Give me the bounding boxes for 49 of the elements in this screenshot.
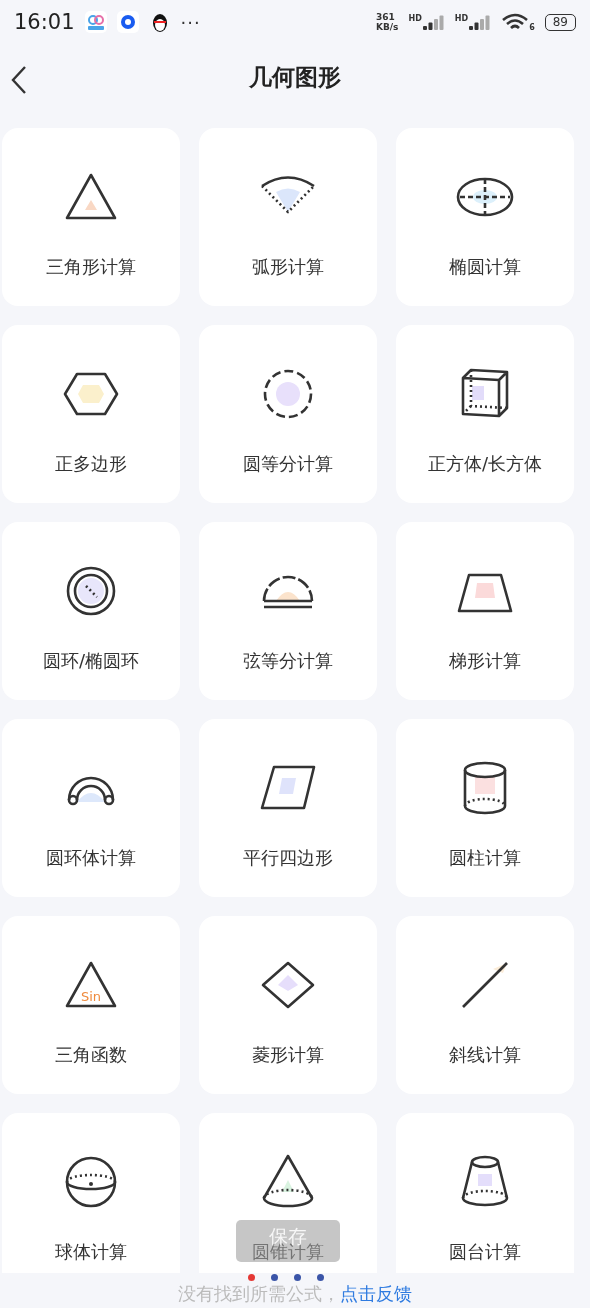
tool-label: 圆柱计算 [449,846,521,870]
sin-label: Sin [80,989,102,1004]
tool-card[interactable]: 三角形计算 [2,128,180,306]
app-notification-icon [116,11,139,33]
feedback-link[interactable]: 点击反馈 [340,1281,412,1306]
signal-icon [422,14,445,30]
network-speed: 361 KB/s [375,12,399,32]
tool-card[interactable]: 正方体/长方体 [396,325,574,503]
clock-time: 16:01 [14,10,75,34]
feedback-prompt: 没有找到所需公式， [178,1281,340,1306]
page-title: 几何图形 [249,62,341,92]
tool-card[interactable]: 菱形计算 [199,916,377,1094]
tool-card[interactable]: 圆台计算 [396,1113,574,1273]
tool-card[interactable]: 圆等分计算 [199,325,377,503]
tool-label: 圆环体计算 [46,846,136,870]
tool-label: 梯形计算 [449,649,521,673]
tool-card[interactable]: 平行四边形 [199,719,377,897]
tool-card[interactable]: 弧形计算 [199,128,377,306]
tool-label: 平行四边形 [243,846,333,870]
tool-label: 圆等分计算 [243,452,333,476]
network-type: HD [408,14,422,23]
tool-card[interactable]: 梯形计算 [396,522,574,700]
tool-card[interactable]: 球体计算 [2,1113,180,1273]
tool-label: 三角函数 [55,1043,127,1067]
tool-label: 三角形计算 [46,255,136,279]
tool-label: 弧形计算 [252,255,324,279]
tool-card[interactable]: 圆环体计算 [2,719,180,897]
tool-card[interactable]: Sin 三角函数 [2,916,180,1094]
tool-label: 弦等分计算 [243,649,333,673]
tool-card[interactable]: 圆柱计算 [396,719,574,897]
tool-card[interactable]: 斜线计算 [396,916,574,1094]
app-notification-icon [84,11,107,33]
wifi-standard: 6 [529,23,535,32]
tool-card[interactable]: 弦等分计算 [199,522,377,700]
tool-label: 圆环/椭圆环 [42,649,140,673]
tool-label: 椭圆计算 [449,255,521,279]
tool-label: 球体计算 [55,1240,127,1264]
network-type: HD [454,14,469,23]
tool-card[interactable]: 椭圆计算 [396,128,574,306]
tool-label: 菱形计算 [252,1043,324,1067]
tool-label: 圆台计算 [449,1240,521,1264]
more-notifications: ··· [180,11,201,33]
tool-label: 正方体/长方体 [427,452,543,476]
tool-label: 正多边形 [55,452,127,476]
battery-level: 89 [544,13,576,31]
signal-icon [469,14,492,30]
tool-card[interactable]: 圆环/椭圆环 [2,522,180,700]
tool-label: 斜线计算 [449,1043,521,1067]
tool-card[interactable]: 正多边形 [2,325,180,503]
